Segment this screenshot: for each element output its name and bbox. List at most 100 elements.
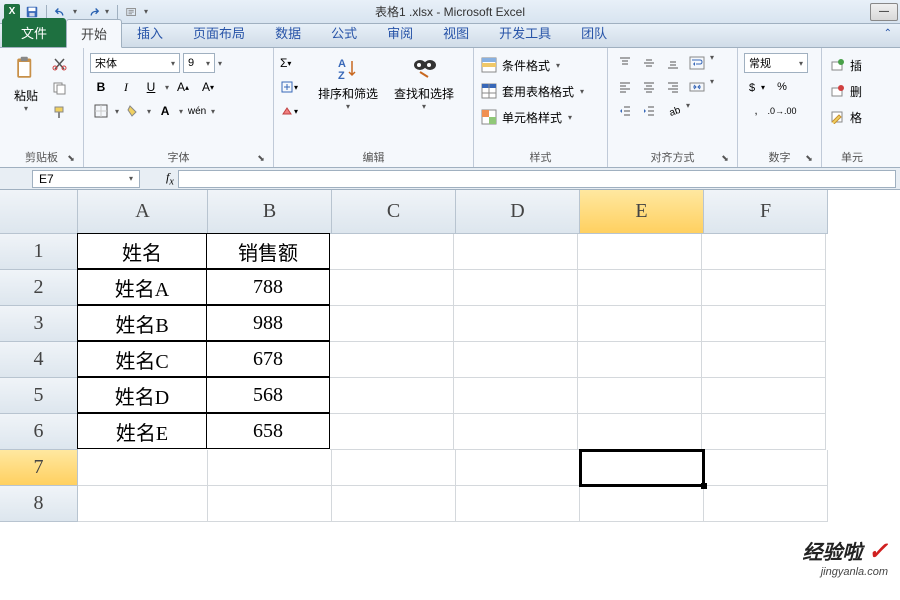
cell-D3[interactable] — [454, 306, 578, 342]
cell-F6[interactable] — [702, 414, 826, 450]
cell-E8[interactable] — [580, 486, 704, 522]
cell-C4[interactable] — [330, 342, 454, 378]
column-header-A[interactable]: A — [78, 190, 208, 234]
cut-icon[interactable] — [50, 55, 70, 73]
paste-button[interactable]: 粘贴 ▾ — [6, 51, 46, 147]
font-name-combo[interactable]: 宋体▾ — [90, 53, 180, 73]
column-header-E[interactable]: E — [580, 190, 704, 234]
tab-file[interactable]: 文件 — [2, 18, 66, 47]
cell-E3[interactable] — [578, 306, 702, 342]
fill-color-button[interactable] — [122, 101, 144, 121]
orientation-icon[interactable]: ab — [662, 101, 684, 121]
row-header-4[interactable]: 4 — [0, 342, 78, 378]
tab-data[interactable]: 数据 — [260, 18, 316, 47]
tab-review[interactable]: 审阅 — [372, 18, 428, 47]
cell-A2[interactable]: 姓名A — [77, 269, 207, 305]
increase-decimal-icon[interactable]: .0→.00 — [770, 101, 794, 121]
name-box[interactable]: E7▾ — [32, 170, 140, 188]
format-painter-icon[interactable] — [50, 103, 70, 121]
cell-B8[interactable] — [208, 486, 332, 522]
increase-font-icon[interactable]: A▴ — [172, 77, 194, 97]
comma-format-icon[interactable]: , — [744, 101, 768, 121]
cell-B3[interactable]: 988 — [206, 305, 330, 341]
insert-cells-button[interactable]: 插 — [828, 53, 876, 77]
cell-F4[interactable] — [702, 342, 826, 378]
font-size-combo[interactable]: 9▾ — [183, 53, 215, 73]
cell-F7[interactable] — [704, 450, 828, 486]
percent-format-icon[interactable]: % — [770, 77, 794, 97]
row-header-6[interactable]: 6 — [0, 414, 78, 450]
cell-C1[interactable] — [330, 234, 454, 270]
select-all-corner[interactable] — [0, 190, 78, 234]
fx-icon[interactable]: fx — [166, 170, 174, 187]
cell-D4[interactable] — [454, 342, 578, 378]
column-header-B[interactable]: B — [208, 190, 332, 234]
align-bottom-icon[interactable] — [662, 53, 684, 73]
italic-button[interactable]: I — [115, 77, 137, 97]
cell-B5[interactable]: 568 — [206, 377, 330, 413]
minimize-button[interactable]: — — [870, 3, 898, 21]
row-header-3[interactable]: 3 — [0, 306, 78, 342]
merge-cells-icon[interactable] — [686, 77, 708, 97]
increase-indent-icon[interactable] — [638, 101, 660, 121]
cell-E4[interactable] — [578, 342, 702, 378]
cell-B6[interactable]: 658 — [206, 413, 330, 449]
cell-C5[interactable] — [330, 378, 454, 414]
cell-A1[interactable]: 姓名 — [77, 233, 207, 269]
format-cells-button[interactable]: 格 — [828, 105, 876, 129]
column-header-C[interactable]: C — [332, 190, 456, 234]
accounting-format-icon[interactable]: $▾ — [744, 77, 768, 97]
cell-E5[interactable] — [578, 378, 702, 414]
cell-A8[interactable] — [78, 486, 208, 522]
cell-D5[interactable] — [454, 378, 578, 414]
fill-icon[interactable]: ▾ — [280, 77, 306, 97]
clear-icon[interactable]: ▾ — [280, 101, 306, 121]
number-launcher-icon[interactable]: ⬊ — [803, 153, 815, 165]
sort-filter-button[interactable]: AZ 排序和筛选 ▾ — [314, 53, 382, 147]
row-header-1[interactable]: 1 — [0, 234, 78, 270]
cell-F1[interactable] — [702, 234, 826, 270]
clipboard-launcher-icon[interactable]: ⬊ — [65, 153, 77, 165]
font-launcher-icon[interactable]: ⬊ — [255, 153, 267, 165]
bold-button[interactable]: B — [90, 77, 112, 97]
cell-E2[interactable] — [578, 270, 702, 306]
cell-E7[interactable] — [580, 450, 704, 486]
row-header-7[interactable]: 7 — [0, 450, 78, 486]
tab-page-layout[interactable]: 页面布局 — [178, 18, 260, 47]
cell-D1[interactable] — [454, 234, 578, 270]
formula-input[interactable] — [178, 170, 896, 188]
column-header-F[interactable]: F — [704, 190, 828, 234]
phonetic-button[interactable]: wén — [186, 101, 208, 121]
tab-developer[interactable]: 开发工具 — [484, 18, 566, 47]
cell-C7[interactable] — [332, 450, 456, 486]
cell-D8[interactable] — [456, 486, 580, 522]
font-color-button[interactable]: A — [154, 101, 176, 121]
underline-button[interactable]: U — [140, 77, 162, 97]
cell-F5[interactable] — [702, 378, 826, 414]
cell-E6[interactable] — [578, 414, 702, 450]
row-header-8[interactable]: 8 — [0, 486, 78, 522]
cell-B2[interactable]: 788 — [206, 269, 330, 305]
wrap-text-icon[interactable] — [686, 53, 708, 73]
cell-D7[interactable] — [456, 450, 580, 486]
number-format-combo[interactable]: 常规▾ — [744, 53, 808, 73]
cell-F3[interactable] — [702, 306, 826, 342]
find-select-button[interactable]: 查找和选择 ▾ — [390, 53, 458, 147]
conditional-formatting-button[interactable]: 条件格式▾ — [480, 53, 601, 77]
cell-B4[interactable]: 678 — [206, 341, 330, 377]
row-header-5[interactable]: 5 — [0, 378, 78, 414]
row-header-2[interactable]: 2 — [0, 270, 78, 306]
cell-B7[interactable] — [208, 450, 332, 486]
align-middle-icon[interactable] — [638, 53, 660, 73]
autosum-icon[interactable]: Σ ▾ — [280, 53, 306, 73]
cell-C6[interactable] — [330, 414, 454, 450]
borders-button[interactable] — [90, 101, 112, 121]
align-right-icon[interactable] — [662, 77, 684, 97]
format-as-table-button[interactable]: 套用表格格式▾ — [480, 79, 601, 103]
decrease-indent-icon[interactable] — [614, 101, 636, 121]
cell-D2[interactable] — [454, 270, 578, 306]
undo-dropdown[interactable]: ▾ — [73, 7, 81, 16]
minimize-ribbon-icon[interactable]: ⌃ — [884, 28, 892, 39]
tab-team[interactable]: 团队 — [566, 18, 622, 47]
delete-cells-button[interactable]: 删 — [828, 79, 876, 103]
